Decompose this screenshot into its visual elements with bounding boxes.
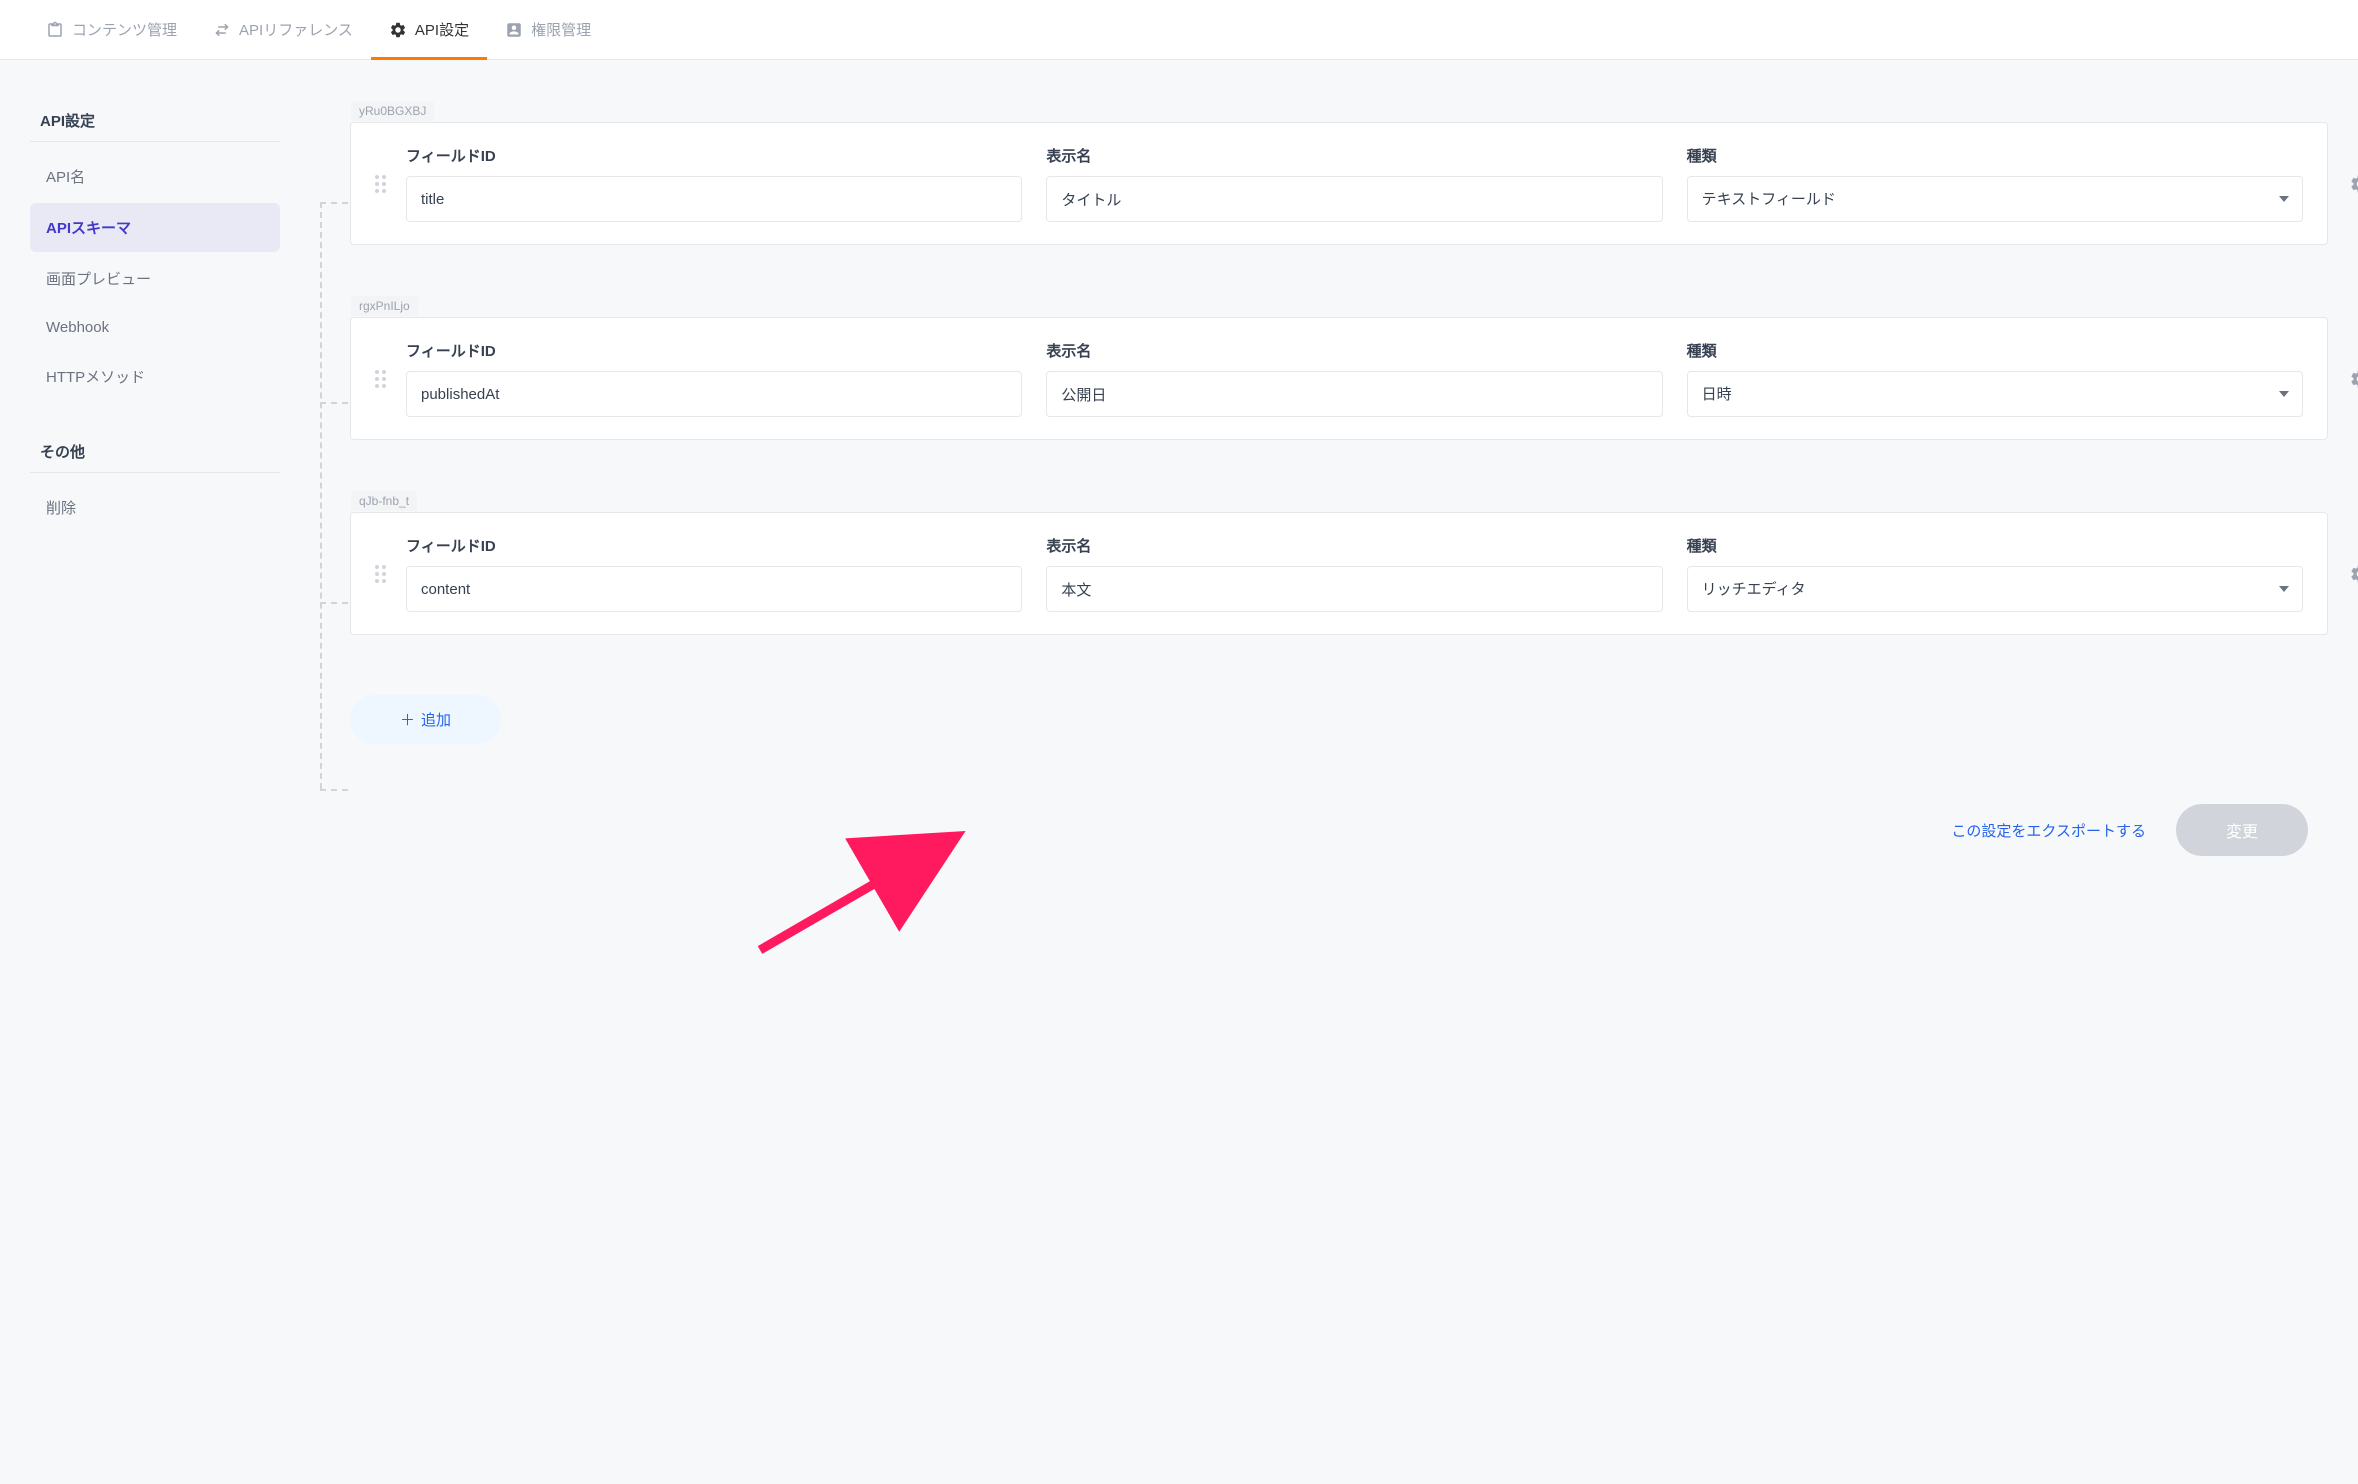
sidebar: API設定 API名 APIスキーマ 画面プレビュー Webhook HTTPメ…	[30, 100, 280, 856]
schema-card: rgxPnILjo フィールドID 表示名	[350, 317, 2328, 440]
field-id-input[interactable]	[406, 176, 1022, 222]
plus-icon: ＋	[400, 709, 415, 730]
sidebar-section-title: その他	[30, 431, 280, 473]
schema-card: qJb-fnb_t フィールドID 表示名	[350, 512, 2328, 635]
schema-id-badge: rgxPnILjo	[351, 296, 418, 316]
drag-handle-icon[interactable]	[375, 565, 386, 583]
sidebar-section-title: API設定	[30, 100, 280, 142]
nav-label: API設定	[415, 19, 469, 40]
gear-icon[interactable]	[2349, 173, 2358, 195]
display-name-label: 表示名	[1046, 145, 1662, 166]
nav-permissions[interactable]: 権限管理	[487, 0, 609, 60]
type-label: 種類	[1687, 535, 2303, 556]
field-id-label: フィールドID	[406, 340, 1022, 361]
nav-label: コンテンツ管理	[72, 19, 177, 40]
nav-content-management[interactable]: コンテンツ管理	[28, 0, 195, 60]
display-name-label: 表示名	[1046, 535, 1662, 556]
type-select[interactable]: リッチエディタ	[1687, 566, 2303, 612]
drag-handle-icon[interactable]	[375, 370, 386, 388]
sidebar-item-http-method[interactable]: HTTPメソッド	[30, 352, 280, 401]
tree-connector	[320, 112, 350, 635]
content: yRu0BGXBJ フィールドID 表示名	[320, 100, 2328, 856]
user-icon	[505, 21, 523, 39]
clipboard-icon	[46, 21, 64, 39]
nav-label: 権限管理	[531, 19, 591, 40]
field-id-input[interactable]	[406, 371, 1022, 417]
gear-icon[interactable]	[2349, 368, 2358, 390]
swap-icon	[213, 21, 231, 39]
display-name-input[interactable]	[1046, 176, 1662, 222]
nav-api-settings[interactable]: API設定	[371, 0, 487, 60]
sidebar-item-preview[interactable]: 画面プレビュー	[30, 254, 280, 303]
add-field-button[interactable]: ＋ 追加	[350, 695, 501, 744]
schema-card: yRu0BGXBJ フィールドID 表示名	[350, 122, 2328, 245]
type-label: 種類	[1687, 340, 2303, 361]
nav-label: APIリファレンス	[239, 19, 353, 40]
sidebar-item-delete[interactable]: 削除	[30, 483, 280, 532]
sidebar-item-api-schema[interactable]: APIスキーマ	[30, 203, 280, 252]
sidebar-section-other: その他 削除	[30, 431, 280, 532]
display-name-label: 表示名	[1046, 340, 1662, 361]
sidebar-section-api: API設定 API名 APIスキーマ 画面プレビュー Webhook HTTPメ…	[30, 100, 280, 401]
nav-api-reference[interactable]: APIリファレンス	[195, 0, 371, 60]
top-nav: コンテンツ管理 APIリファレンス API設定 権限管理	[0, 0, 2358, 60]
gear-icon	[389, 21, 407, 39]
schema-id-badge: qJb-fnb_t	[351, 491, 417, 511]
field-id-label: フィールドID	[406, 535, 1022, 556]
footer-actions: この設定をエクスポートする 変更	[320, 804, 2328, 856]
drag-handle-icon[interactable]	[375, 175, 386, 193]
gear-icon[interactable]	[2349, 563, 2358, 585]
schema-id-badge: yRu0BGXBJ	[351, 101, 434, 121]
submit-button[interactable]: 変更	[2176, 804, 2308, 856]
add-label: 追加	[421, 709, 451, 730]
field-id-input[interactable]	[406, 566, 1022, 612]
type-select[interactable]: 日時	[1687, 371, 2303, 417]
sidebar-item-api-name[interactable]: API名	[30, 152, 280, 201]
display-name-input[interactable]	[1046, 566, 1662, 612]
export-link[interactable]: この設定をエクスポートする	[1951, 820, 2146, 841]
type-select[interactable]: テキストフィールド	[1687, 176, 2303, 222]
sidebar-item-webhook[interactable]: Webhook	[30, 305, 280, 350]
type-label: 種類	[1687, 145, 2303, 166]
field-id-label: フィールドID	[406, 145, 1022, 166]
schema-list: yRu0BGXBJ フィールドID 表示名	[350, 122, 2328, 635]
display-name-input[interactable]	[1046, 371, 1662, 417]
